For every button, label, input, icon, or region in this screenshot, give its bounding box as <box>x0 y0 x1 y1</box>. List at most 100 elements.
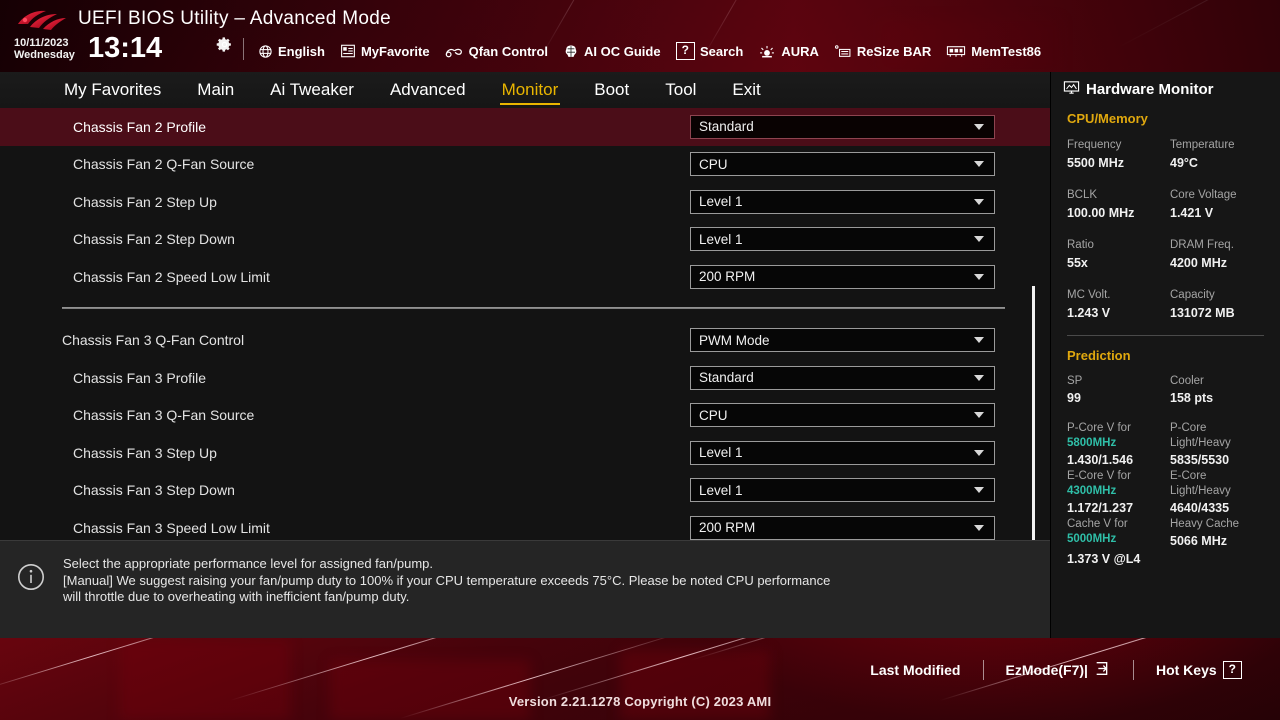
readout-key: Ratio <box>1067 239 1094 251</box>
readout-value: 5835/5530 <box>1170 453 1230 467</box>
bios-screen: UEFI BIOS Utility – Advanced Mode 10/11/… <box>0 0 1280 720</box>
footer-bar: Last Modified EzMode(F7)| Hot Keys ? Ver… <box>0 638 1280 720</box>
help-line-2: [Manual] We suggest raising your fan/pum… <box>63 572 831 588</box>
hot-keys-label: Hot Keys <box>1155 662 1217 678</box>
star-list-icon <box>340 44 356 58</box>
tab-main[interactable]: Main <box>179 79 252 102</box>
hot-keys-button[interactable]: Hot Keys ? <box>1134 661 1264 679</box>
tab-boot[interactable]: Boot <box>576 79 647 102</box>
tool-label: MyFavorite <box>360 43 430 59</box>
exit-arrow-icon <box>1094 661 1111 679</box>
tool-ai-oc-guide[interactable]: AI OC Guide <box>563 44 661 59</box>
tool-resize-bar[interactable]: ReSize BAR <box>834 44 931 59</box>
system-date: 10/11/2023 Wednesday <box>14 37 75 61</box>
tab-advanced[interactable]: Advanced <box>372 79 484 102</box>
tool-qfan-control[interactable]: Qfan Control <box>445 44 548 59</box>
scrollbar-thumb[interactable] <box>1032 286 1035 540</box>
setting-row-chassis-fan-2-profile[interactable]: Chassis Fan 2 Profile Standard <box>0 108 1050 146</box>
readout-key: Heavy Cache <box>1170 518 1240 530</box>
setting-dropdown[interactable]: Level 1 <box>690 189 995 214</box>
readout-value: 5066 MHz <box>1170 534 1227 548</box>
dropdown-value: Level 1 <box>699 445 743 461</box>
readout-value: 1.172/1.237 <box>1067 501 1134 515</box>
last-modified-button[interactable]: Last Modified <box>848 662 982 678</box>
readout-value: 5500 MHz <box>1067 156 1124 170</box>
setting-label: Chassis Fan 3 Q-Fan Source <box>73 407 255 424</box>
setting-dropdown[interactable]: CPU <box>690 152 995 177</box>
fan-icon <box>445 44 464 59</box>
readout-spacer <box>1170 550 1272 568</box>
tool-search[interactable]: ? Search <box>675 42 744 60</box>
readout-value: 49°C <box>1170 156 1198 170</box>
readout-freq: 5000MHz <box>1067 533 1117 545</box>
setting-row-chassis-fan-3-step-down[interactable]: Chassis Fan 3 Step Down Level 1 <box>0 472 1050 510</box>
dropdown-value: CPU <box>699 407 728 423</box>
tool-aura[interactable]: AURA <box>758 44 819 59</box>
tab-monitor[interactable]: Monitor <box>484 79 577 105</box>
sidebar-divider <box>1067 335 1264 336</box>
setting-row-chassis-fan-3-q-fan-control[interactable]: Chassis Fan 3 Q-Fan Control PWM Mode <box>0 322 1050 360</box>
setting-row-chassis-fan-3-profile[interactable]: Chassis Fan 3 Profile Standard <box>0 359 1050 397</box>
setting-dropdown[interactable]: 200 RPM <box>690 515 995 540</box>
chevron-down-icon <box>974 449 984 456</box>
setting-dropdown[interactable]: CPU <box>690 403 995 428</box>
tab-ai-tweaker[interactable]: Ai Tweaker <box>252 79 372 102</box>
readout-value: 4640/4335 <box>1170 501 1230 515</box>
setting-row-chassis-fan-2-step-down[interactable]: Chassis Fan 2 Step Down Level 1 <box>0 221 1050 259</box>
setting-dropdown[interactable]: Standard <box>690 365 995 390</box>
readout-key: MC Volt. <box>1067 289 1111 301</box>
tool-label: Search <box>699 43 744 59</box>
setting-dropdown[interactable]: Level 1 <box>690 227 995 252</box>
setting-label: Chassis Fan 2 Step Up <box>73 193 217 210</box>
dropdown-value: Level 1 <box>699 482 743 498</box>
readout-key: SP <box>1067 375 1083 387</box>
setting-dropdown[interactable]: Level 1 <box>690 440 995 465</box>
chevron-down-icon <box>974 123 984 130</box>
tool-memtest86[interactable]: MemTest86 <box>946 44 1041 59</box>
settings-panel: Chassis Fan 2 Profile Standard Chassis F… <box>0 108 1050 540</box>
info-icon <box>17 563 45 596</box>
monitor-icon <box>1063 80 1080 99</box>
tab-my-favorites[interactable]: My Favorites <box>46 79 179 102</box>
title-bar: UEFI BIOS Utility – Advanced Mode 10/11/… <box>0 0 1280 72</box>
setting-dropdown[interactable]: 200 RPM <box>690 264 995 289</box>
setting-row-chassis-fan-3-step-up[interactable]: Chassis Fan 3 Step Up Level 1 <box>0 434 1050 472</box>
setting-row-chassis-fan-2-speed-low-limit[interactable]: Chassis Fan 2 Speed Low Limit 200 RPM <box>0 258 1050 296</box>
setting-label: Chassis Fan 3 Q-Fan Control <box>62 332 245 349</box>
setting-label: Chassis Fan 3 Profile <box>73 369 207 386</box>
readout-key: DRAM Freq. <box>1170 239 1234 251</box>
tool-label: AURA <box>781 43 819 59</box>
section-heading-cpu-memory: CPU/Memory <box>1067 111 1148 126</box>
readout-key: Capacity <box>1170 289 1215 301</box>
chevron-down-icon <box>974 487 984 494</box>
setting-row-chassis-fan-3-q-fan-source[interactable]: Chassis Fan 3 Q-Fan Source CPU <box>0 397 1050 435</box>
setting-dropdown[interactable]: Standard <box>690 114 995 139</box>
setting-row-chassis-fan-3-speed-low-limit[interactable]: Chassis Fan 3 Speed Low Limit 200 RPM <box>0 509 1050 540</box>
dropdown-value: Standard <box>699 370 754 386</box>
readout-key: Light/Heavy <box>1170 437 1231 449</box>
readout-value: 131072 MB <box>1170 306 1235 320</box>
tab-tool[interactable]: Tool <box>647 79 714 102</box>
chevron-down-icon <box>974 412 984 419</box>
dropdown-value: 200 RPM <box>699 520 756 536</box>
tool-myfavorite[interactable]: MyFavorite <box>340 44 430 59</box>
setting-row-chassis-fan-2-step-up[interactable]: Chassis Fan 2 Step Up Level 1 <box>0 183 1050 221</box>
setting-label: Chassis Fan 3 Step Up <box>73 444 217 461</box>
readout-key: P-Core V for <box>1067 422 1131 434</box>
readout-key: Temperature <box>1170 139 1235 151</box>
setting-dropdown[interactable]: PWM Mode <box>690 328 995 353</box>
ezmode-button[interactable]: EzMode(F7)| <box>984 661 1133 679</box>
setting-row-chassis-fan-2-q-fan-source[interactable]: Chassis Fan 2 Q-Fan Source CPU <box>0 146 1050 184</box>
gear-icon[interactable] <box>216 36 233 58</box>
readout-key: Cooler <box>1170 375 1204 387</box>
setting-label: Chassis Fan 2 Step Down <box>73 231 235 248</box>
tool-label: AI OC Guide <box>584 43 661 59</box>
setting-label: Chassis Fan 3 Speed Low Limit <box>73 519 270 536</box>
tab-exit[interactable]: Exit <box>714 79 778 102</box>
chevron-down-icon <box>974 161 984 168</box>
readout-value: 99 <box>1067 391 1081 405</box>
tool-english[interactable]: English <box>258 44 325 59</box>
readout-key: Light/Heavy <box>1170 485 1231 497</box>
help-panel: Select the appropriate performance level… <box>0 540 1050 638</box>
setting-dropdown[interactable]: Level 1 <box>690 478 995 503</box>
